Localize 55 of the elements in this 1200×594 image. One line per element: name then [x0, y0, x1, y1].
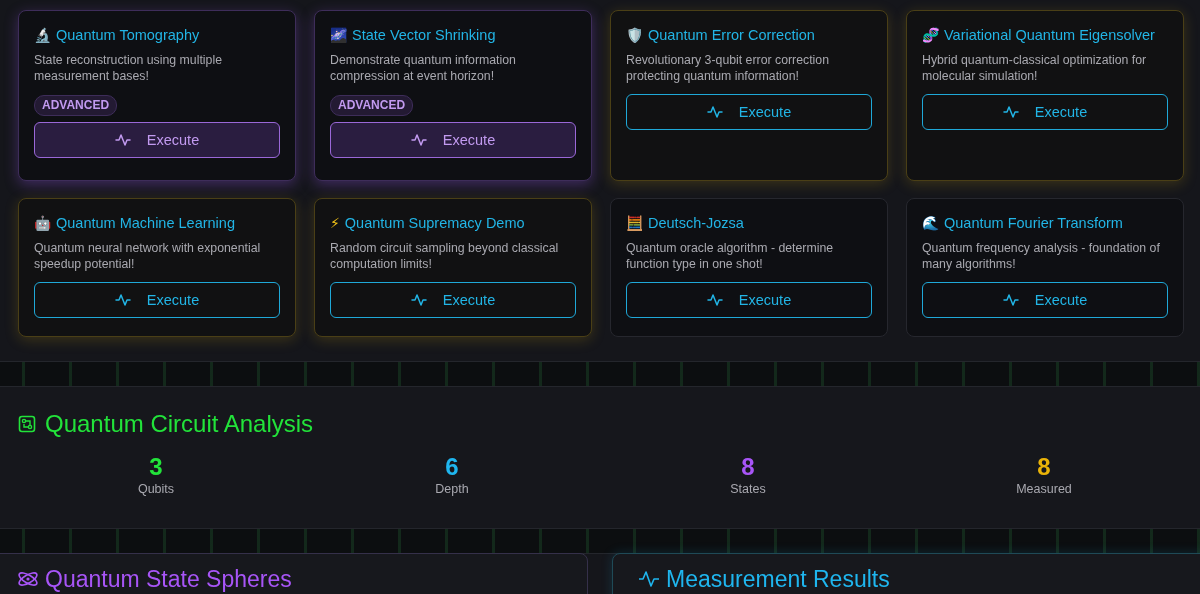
emoji-icon: 🌊 — [922, 214, 939, 232]
panel-title: Quantum State Spheres — [45, 566, 292, 592]
level-badge: ADVANCED — [34, 95, 118, 116]
stat-label: Depth — [434, 481, 470, 497]
emoji-icon: 🧬 — [922, 26, 939, 44]
section-title: Quantum Circuit Analysis — [45, 409, 314, 439]
emoji-icon: ⚡ — [330, 214, 340, 232]
pulse-icon — [114, 132, 131, 148]
emoji-icon: 🌌 — [330, 26, 347, 44]
card-title: State Vector Shrinking — [352, 26, 496, 44]
execute-button[interactable]: Execute — [626, 94, 872, 130]
pulse-icon — [706, 104, 723, 120]
panel-title: Measurement Results — [666, 566, 890, 592]
execute-button[interactable]: Execute — [34, 122, 280, 158]
stat-label: Qubits — [136, 481, 176, 497]
card-description: Quantum frequency analysis - foundation of many algorithms! — [922, 240, 1161, 272]
card-description: Quantum oracle algorithm - determine function type in one shot! — [626, 240, 835, 272]
card-description: Hybrid quantum-classical optimization for molecular simulation! — [922, 52, 1148, 84]
stat-value: 8 — [1036, 453, 1052, 481]
execute-button[interactable]: Execute — [922, 94, 1168, 130]
card-title: Quantum Machine Learning — [56, 214, 235, 232]
emoji-icon: 🛡 — [626, 26, 643, 44]
pulse-icon — [638, 568, 660, 590]
emoji-icon: 🤖 — [34, 214, 51, 232]
card-title: Quantum Fourier Transform — [944, 214, 1123, 232]
pulse-icon — [410, 292, 427, 308]
level-badge: ADVANCED — [330, 95, 414, 116]
card-description: Demonstrate quantum information compression at event horizon! — [330, 52, 517, 84]
pulse-icon — [410, 132, 427, 148]
execute-button[interactable]: Execute — [330, 122, 576, 158]
stat-value: 3 — [148, 453, 164, 481]
card-description: Random circuit sampling beyond classical computation limits! — [330, 240, 560, 272]
stat-value: 8 — [740, 453, 756, 481]
card-description: State reconstruction using multiple measurement bases! — [34, 52, 223, 84]
pulse-icon — [706, 292, 723, 308]
card-title: Quantum Tomography — [56, 26, 200, 44]
card-title: Variational Quantum Eigensolver — [944, 26, 1155, 44]
execute-button[interactable]: Execute — [922, 282, 1168, 318]
execute-button[interactable]: Execute — [330, 282, 576, 318]
execute-button[interactable]: Execute — [626, 282, 872, 318]
card-description: Revolutionary 3-qubit error correction protecting quantum information! — [626, 52, 830, 84]
circuit-icon — [18, 415, 36, 433]
execute-button[interactable]: Execute — [34, 282, 280, 318]
stat-value: 6 — [444, 453, 460, 481]
stat-label: Measured — [1015, 481, 1073, 497]
pulse-icon — [1002, 104, 1019, 120]
emoji-icon: 🧮 — [626, 214, 643, 232]
stat-label: States — [729, 481, 767, 497]
pulse-icon — [1002, 292, 1019, 308]
card-title: Quantum Error Correction — [648, 26, 815, 44]
card-title: Deutsch-Jozsa — [648, 214, 744, 232]
pulse-icon — [114, 292, 131, 308]
emoji-icon: 🔬 — [34, 26, 51, 44]
card-description: Quantum neural network with exponential speedup potential! — [34, 240, 262, 272]
card-title: Quantum Supremacy Demo — [344, 214, 525, 232]
